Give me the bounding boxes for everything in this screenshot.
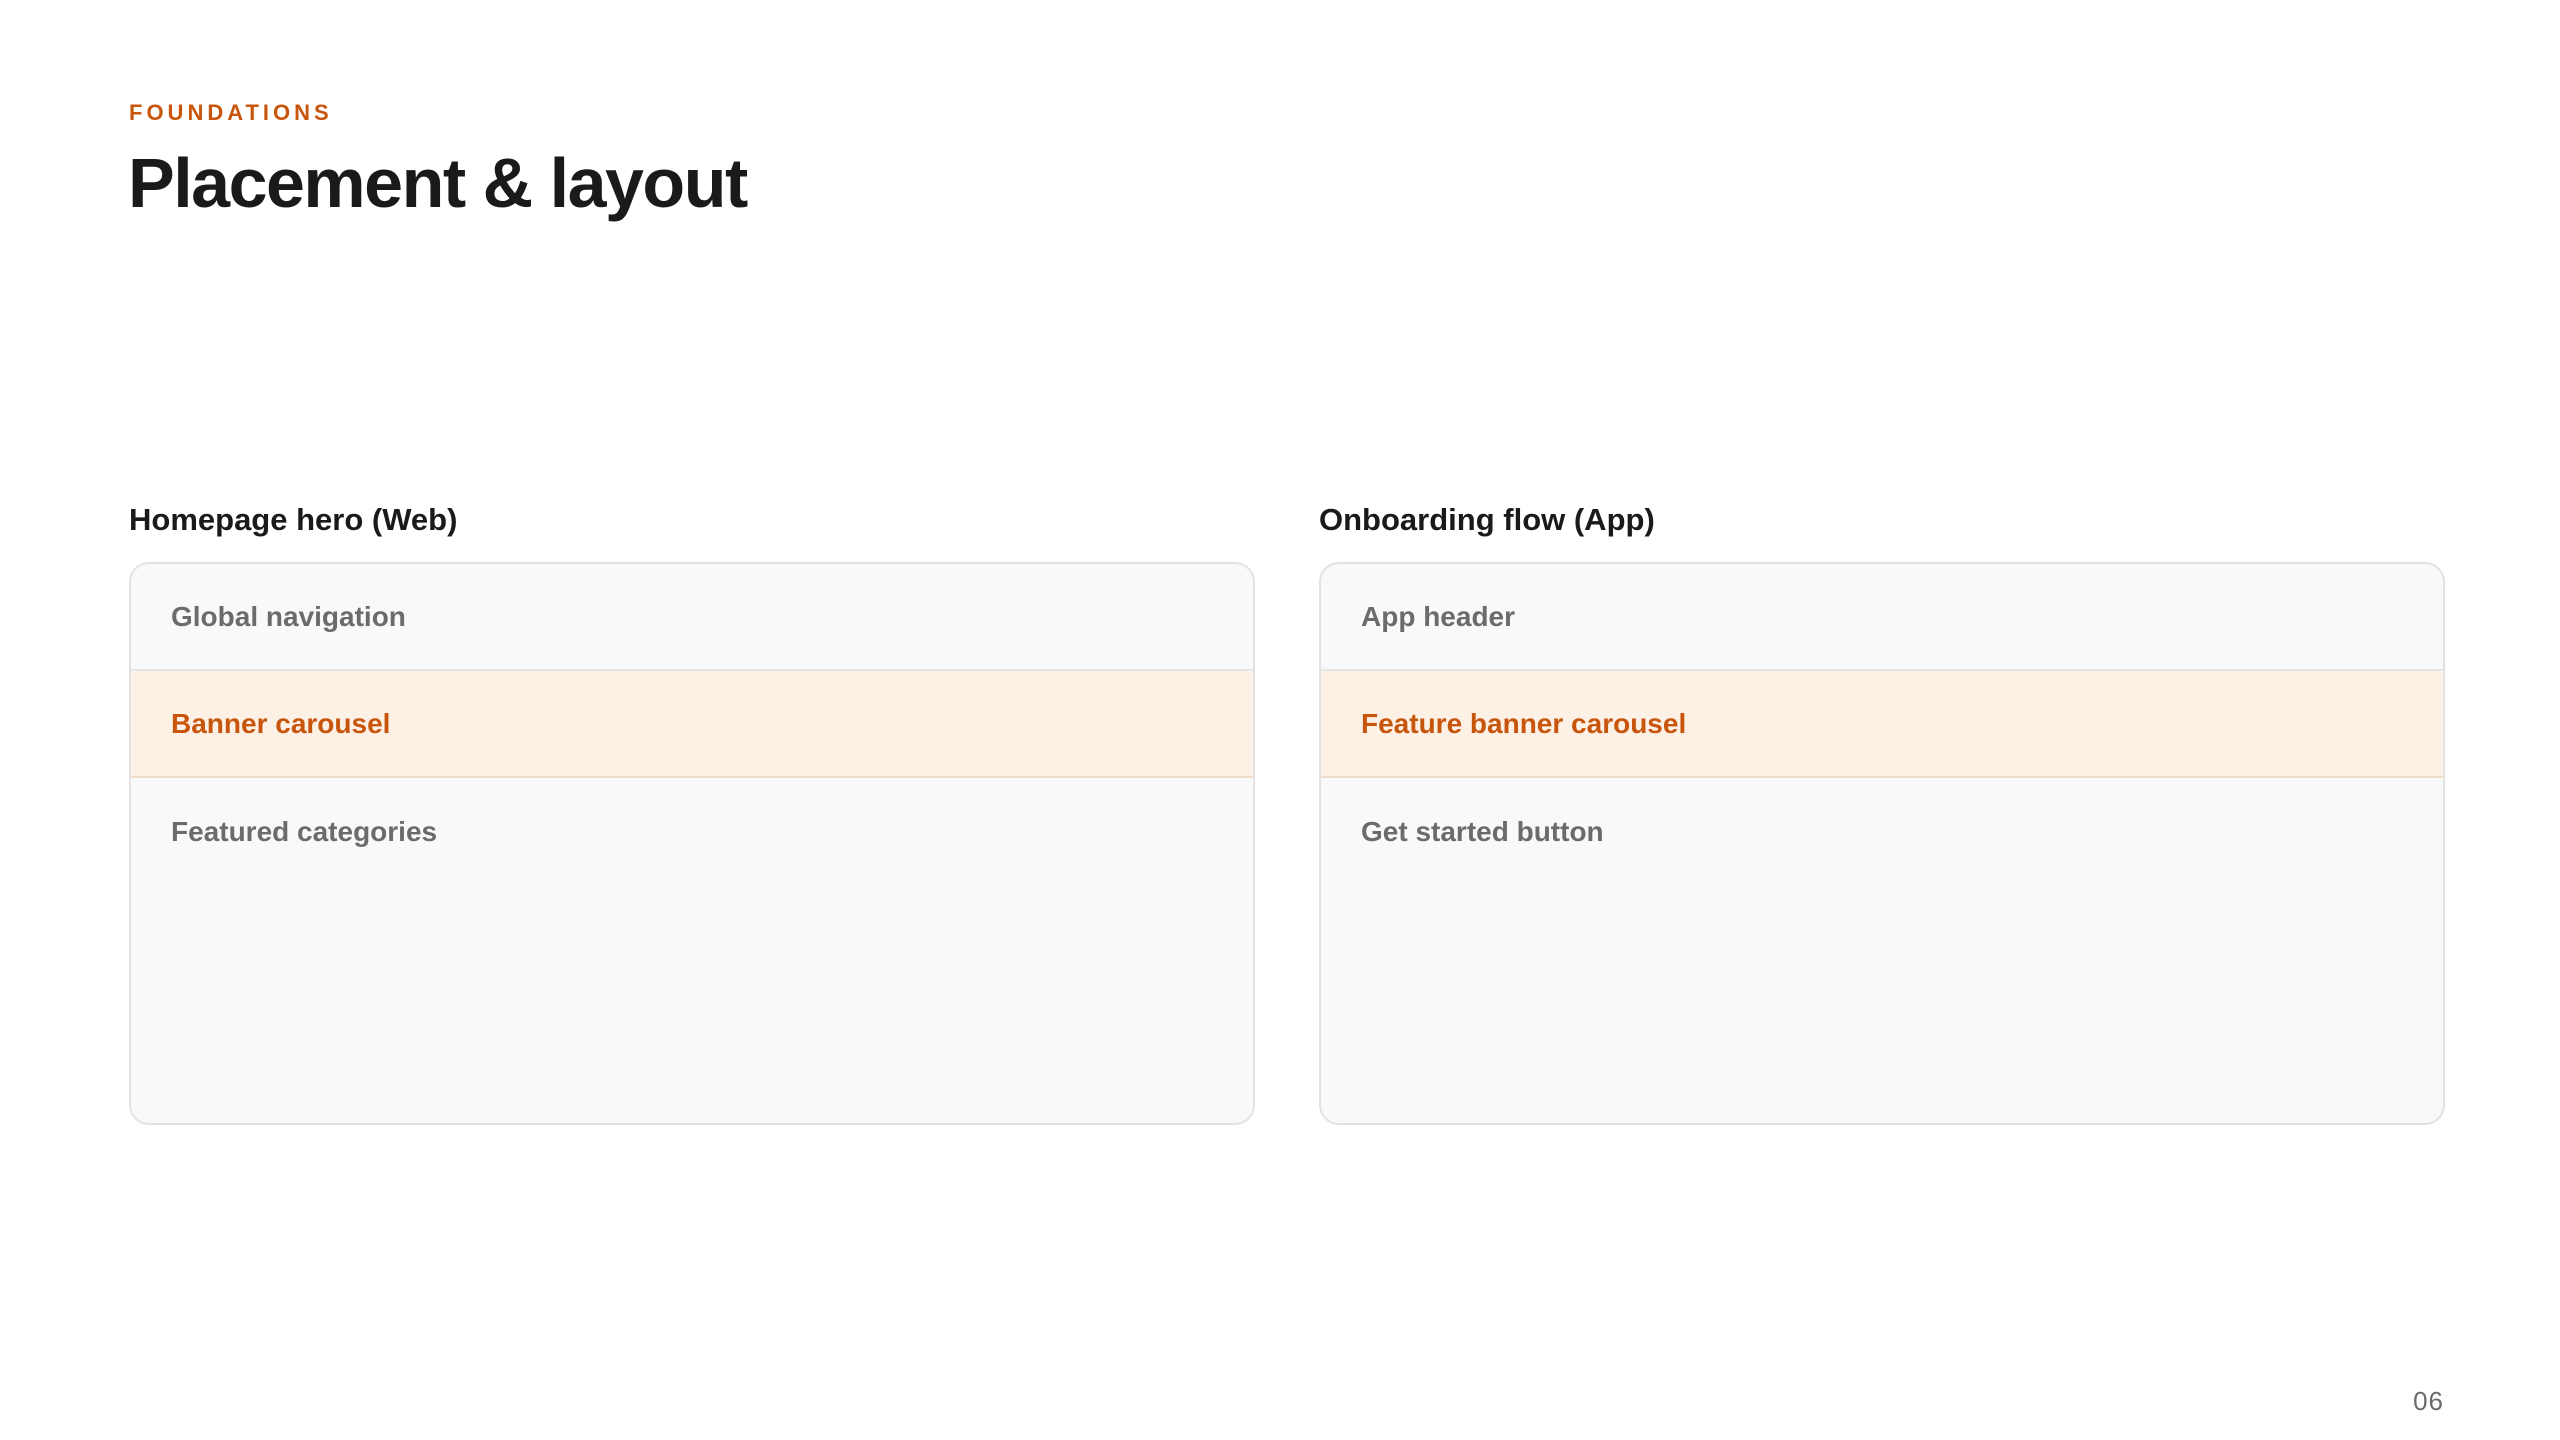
page-number: 06 — [2413, 1386, 2444, 1416]
layout-row-global-navigation: Global navigation — [131, 564, 1253, 671]
column-heading: Homepage hero (Web) — [129, 502, 458, 537]
page-title: Placement & layout — [128, 144, 748, 222]
layout-row-get-started-button: Get started button — [1361, 815, 1604, 847]
slide: FOUNDATIONS Placement & layout Homepage … — [0, 0, 2560, 1440]
column-onboarding-flow: Onboarding flow (App) App header Feature… — [1319, 502, 2445, 1125]
section-eyebrow: FOUNDATIONS — [129, 100, 333, 125]
layout-row-app-header: App header — [1321, 564, 2443, 671]
column-homepage-hero: Homepage hero (Web) Global navigation Ba… — [129, 502, 1255, 1125]
layout-row-banner-carousel: Banner carousel — [131, 671, 1253, 778]
layout-panel: Global navigation Banner carousel Featur… — [129, 562, 1255, 1125]
layout-panel: App header Feature banner carousel Get s… — [1319, 562, 2445, 1125]
column-heading: Onboarding flow (App) — [1319, 502, 1655, 537]
layout-row-feature-banner-carousel: Feature banner carousel — [1321, 671, 2443, 778]
layout-row-featured-categories: Featured categories — [171, 815, 438, 847]
